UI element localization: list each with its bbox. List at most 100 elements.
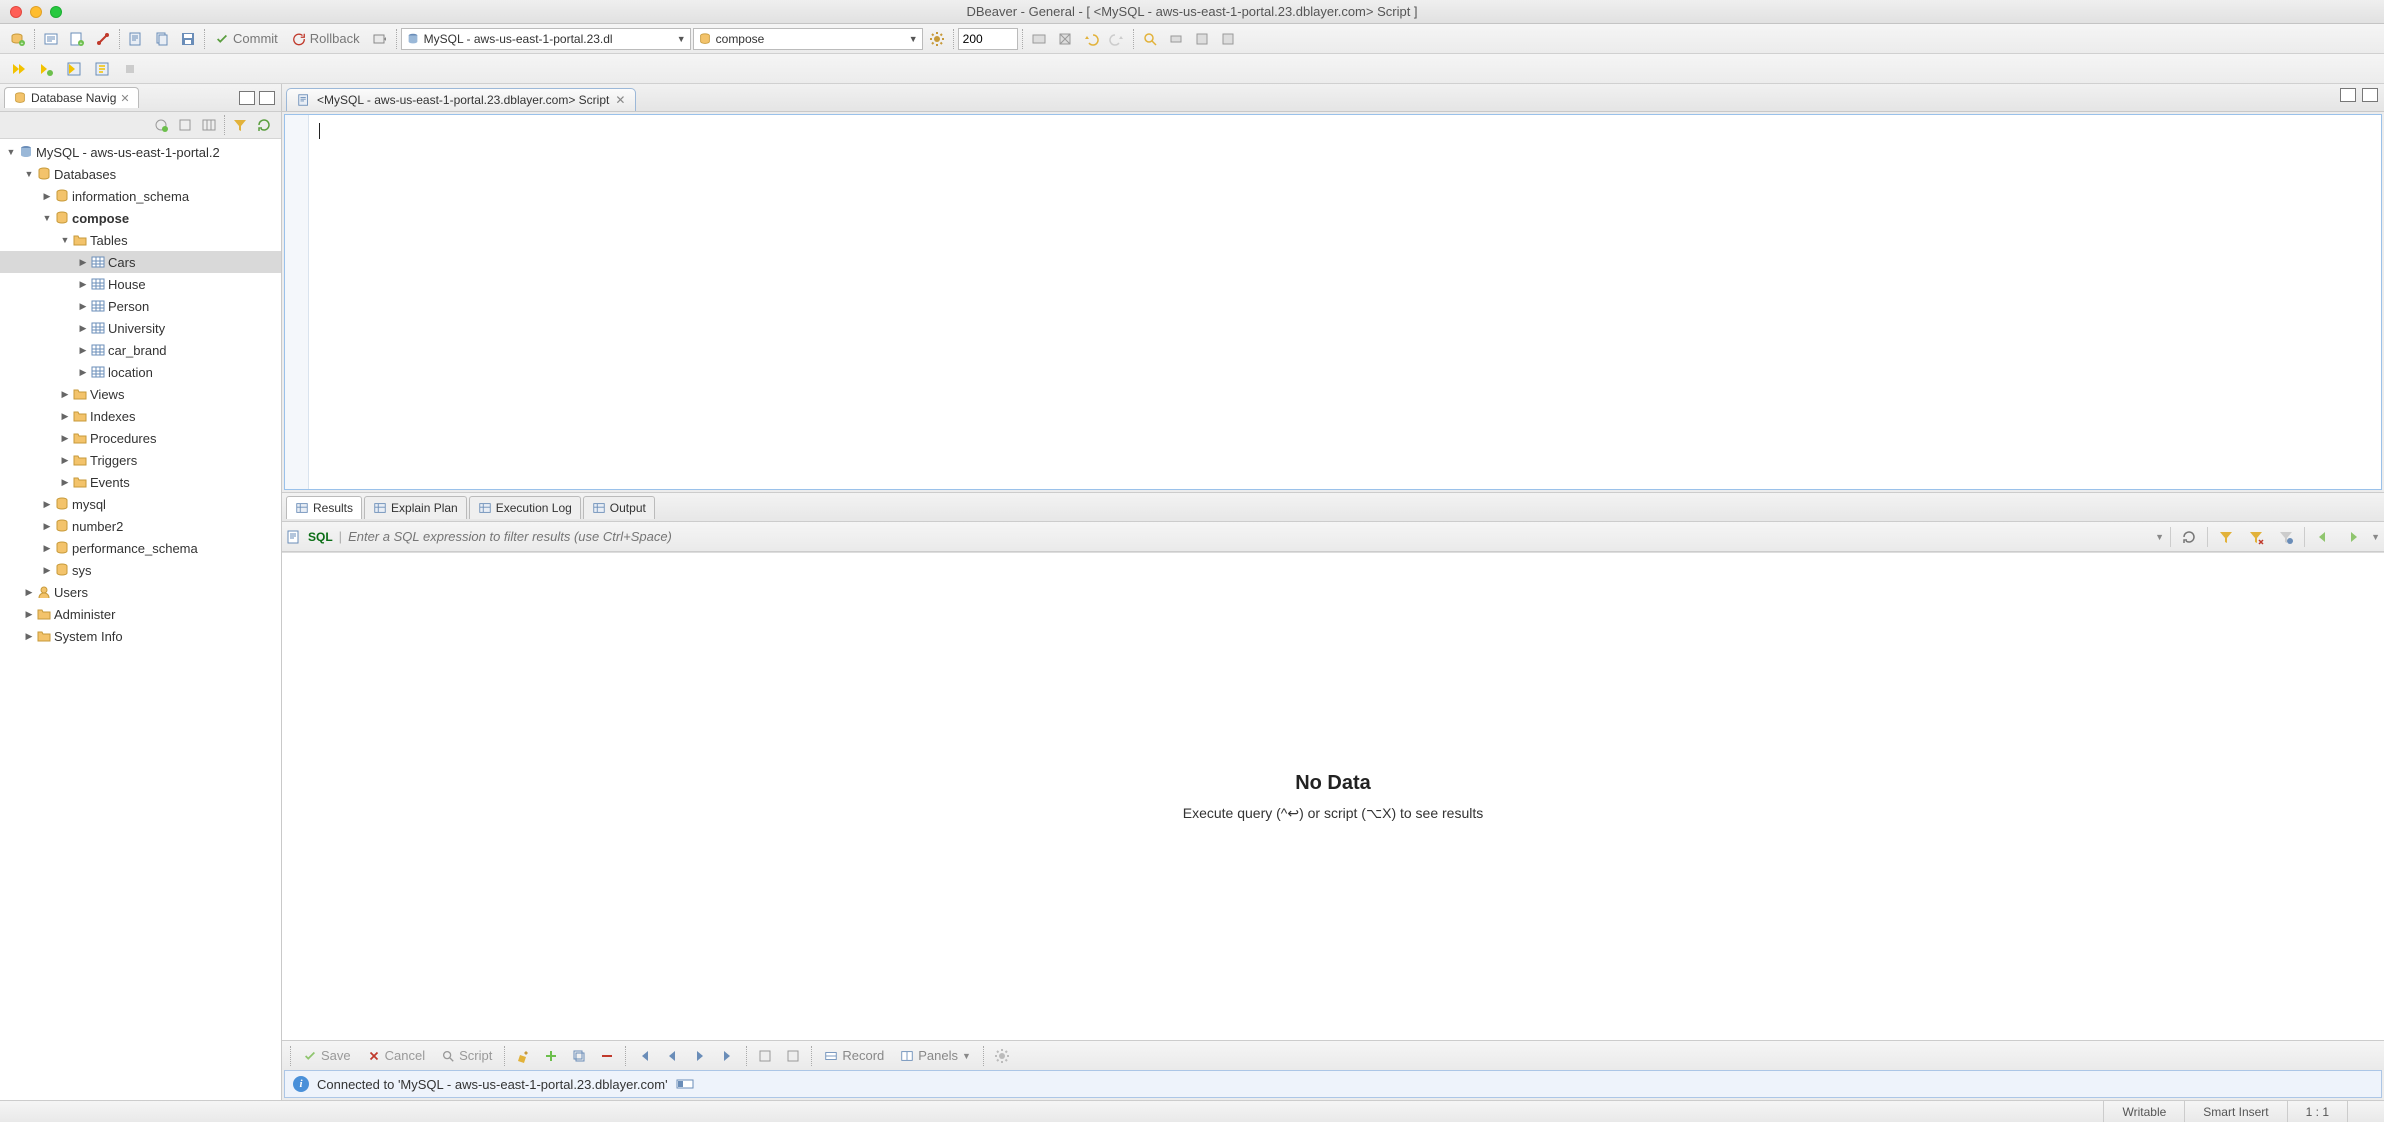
- result-tab-output[interactable]: Output: [583, 496, 655, 519]
- remove-filter-icon[interactable]: [2244, 525, 2268, 549]
- tool-icon-1[interactable]: [1027, 27, 1051, 51]
- sql-editor-icon[interactable]: [39, 27, 63, 51]
- database-tree[interactable]: ▼MySQL - aws-us-east-1-portal.2▼Database…: [0, 138, 281, 1100]
- expand-closed-icon[interactable]: ▶: [40, 191, 54, 202]
- connection-node[interactable]: ▼MySQL - aws-us-east-1-portal.2: [0, 141, 281, 163]
- editor-tab[interactable]: <MySQL - aws-us-east-1-portal.23.dblayer…: [286, 88, 636, 111]
- close-window-button[interactable]: [10, 6, 22, 18]
- database-navigator-tab[interactable]: Database Navig ✕: [4, 87, 139, 108]
- minimize-view-icon[interactable]: [239, 91, 255, 105]
- expand-closed-icon[interactable]: ▶: [76, 301, 90, 312]
- expand-closed-icon[interactable]: ▶: [22, 609, 36, 620]
- refresh-tree-icon[interactable]: [253, 114, 275, 136]
- record-mode-button[interactable]: Record: [818, 1044, 890, 1068]
- last-page-icon[interactable]: [716, 1044, 740, 1068]
- duplicate-row-icon[interactable]: [567, 1044, 591, 1068]
- import-icon[interactable]: [781, 1044, 805, 1068]
- redo-icon[interactable]: [1105, 27, 1129, 51]
- folder-node-Indexes[interactable]: ▶Indexes: [0, 405, 281, 427]
- folder-node-Triggers[interactable]: ▶Triggers: [0, 449, 281, 471]
- sql-script-icon[interactable]: +: [65, 27, 89, 51]
- history-dropdown-icon[interactable]: ▼: [2155, 532, 2164, 542]
- minimize-window-button[interactable]: [30, 6, 42, 18]
- root-folder-Users[interactable]: ▶Users: [0, 581, 281, 603]
- tables-folder[interactable]: ▼Tables: [0, 229, 281, 251]
- apply-filter-icon[interactable]: [2177, 525, 2201, 549]
- table-node-location[interactable]: ▶location: [0, 361, 281, 383]
- execute-new-tab-icon[interactable]: [90, 57, 114, 81]
- minimize-editor-icon[interactable]: [2340, 88, 2356, 102]
- expand-closed-icon[interactable]: ▶: [58, 477, 72, 488]
- database-node-mysql[interactable]: ▶mysql: [0, 493, 281, 515]
- collapse-all-icon[interactable]: [174, 114, 196, 136]
- open-sql-icon[interactable]: [124, 27, 148, 51]
- root-folder-System Info[interactable]: ▶System Info: [0, 625, 281, 647]
- folder-node-Views[interactable]: ▶Views: [0, 383, 281, 405]
- execute-script-icon[interactable]: [34, 57, 58, 81]
- table-node-University[interactable]: ▶University: [0, 317, 281, 339]
- databases-node[interactable]: ▼Databases: [0, 163, 281, 185]
- disconnect-icon[interactable]: [91, 27, 115, 51]
- history-forward-icon[interactable]: [2341, 525, 2365, 549]
- execute-icon[interactable]: [6, 57, 30, 81]
- tool-icon-3[interactable]: [1164, 27, 1188, 51]
- gear-icon[interactable]: [925, 27, 949, 51]
- maximize-editor-icon[interactable]: [2362, 88, 2378, 102]
- folder-node-Events[interactable]: ▶Events: [0, 471, 281, 493]
- expand-closed-icon[interactable]: ▶: [40, 565, 54, 576]
- script-button[interactable]: Script: [435, 1044, 498, 1068]
- expand-closed-icon[interactable]: ▶: [58, 433, 72, 444]
- expand-open-icon[interactable]: ▼: [22, 169, 36, 179]
- expand-closed-icon[interactable]: ▶: [22, 631, 36, 642]
- first-page-icon[interactable]: [632, 1044, 656, 1068]
- expand-closed-icon[interactable]: ▶: [76, 279, 90, 290]
- close-icon[interactable]: ✕: [120, 92, 129, 105]
- database-selector[interactable]: compose ▼: [693, 28, 923, 50]
- config-gear-icon[interactable]: [990, 1044, 1014, 1068]
- database-node-sys[interactable]: ▶sys: [0, 559, 281, 581]
- close-icon[interactable]: ✕: [615, 93, 625, 107]
- folder-node-Procedures[interactable]: ▶Procedures: [0, 427, 281, 449]
- expand-closed-icon[interactable]: ▶: [58, 455, 72, 466]
- expand-closed-icon[interactable]: ▶: [76, 345, 90, 356]
- add-row-icon[interactable]: [539, 1044, 563, 1068]
- execute-plan-icon[interactable]: [62, 57, 86, 81]
- config-columns-icon[interactable]: [198, 114, 220, 136]
- export-icon[interactable]: [753, 1044, 777, 1068]
- table-node-Person[interactable]: ▶Person: [0, 295, 281, 317]
- undo-icon[interactable]: [1079, 27, 1103, 51]
- save-sql-icon[interactable]: [176, 27, 200, 51]
- expand-closed-icon[interactable]: ▶: [40, 543, 54, 554]
- expand-closed-icon[interactable]: ▶: [22, 587, 36, 598]
- save-button[interactable]: Save: [297, 1044, 357, 1068]
- connection-selector[interactable]: MySQL - aws-us-east-1-portal.23.dl ▼: [401, 28, 691, 50]
- expand-open-icon[interactable]: ▼: [58, 235, 72, 245]
- panels-button[interactable]: Panels▼: [894, 1044, 977, 1068]
- filter-settings-icon[interactable]: [2274, 525, 2298, 549]
- recent-sql-icon[interactable]: [150, 27, 174, 51]
- new-connection-icon[interactable]: +: [6, 27, 30, 51]
- history-back-icon[interactable]: [2311, 525, 2335, 549]
- expand-closed-icon[interactable]: ▶: [40, 521, 54, 532]
- table-node-Cars[interactable]: ▶Cars: [0, 251, 281, 273]
- result-tab-execution-log[interactable]: Execution Log: [469, 496, 581, 519]
- table-node-car_brand[interactable]: ▶car_brand: [0, 339, 281, 361]
- filter-tree-icon[interactable]: [229, 114, 251, 136]
- database-node-number2[interactable]: ▶number2: [0, 515, 281, 537]
- zoom-window-button[interactable]: [50, 6, 62, 18]
- result-limit-input[interactable]: [958, 28, 1018, 50]
- root-folder-Administer[interactable]: ▶Administer: [0, 603, 281, 625]
- database-node-performance_schema[interactable]: ▶performance_schema: [0, 537, 281, 559]
- custom-filter-icon[interactable]: [2214, 525, 2238, 549]
- sql-editor[interactable]: [284, 114, 2382, 490]
- delete-row-icon[interactable]: [595, 1044, 619, 1068]
- edit-cell-icon[interactable]: [511, 1044, 535, 1068]
- prev-page-icon[interactable]: [660, 1044, 684, 1068]
- tool-icon-2[interactable]: [1053, 27, 1077, 51]
- next-page-icon[interactable]: [688, 1044, 712, 1068]
- expand-closed-icon[interactable]: ▶: [76, 257, 90, 268]
- table-node-House[interactable]: ▶House: [0, 273, 281, 295]
- expand-closed-icon[interactable]: ▶: [58, 389, 72, 400]
- tool-icon-5[interactable]: [1216, 27, 1240, 51]
- expand-closed-icon[interactable]: ▶: [76, 323, 90, 334]
